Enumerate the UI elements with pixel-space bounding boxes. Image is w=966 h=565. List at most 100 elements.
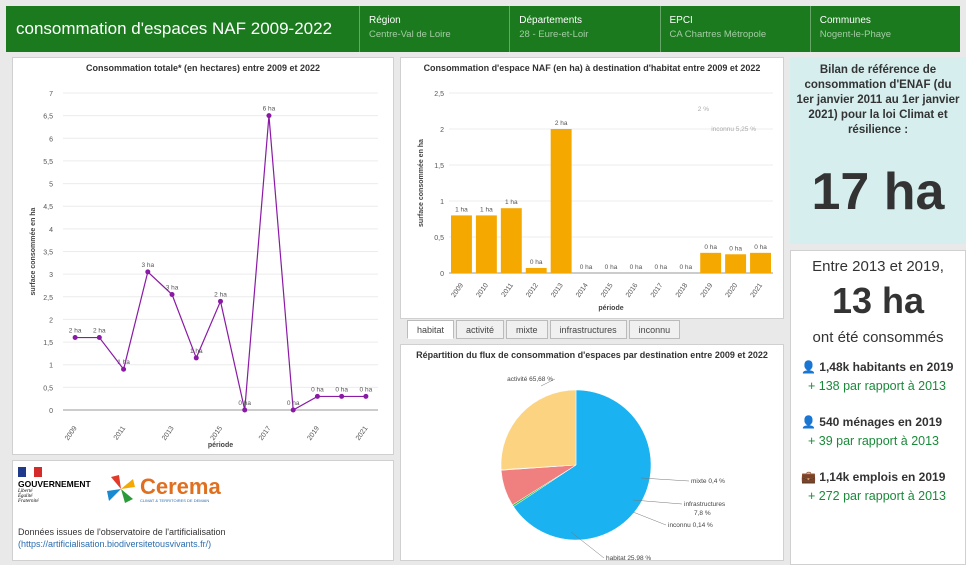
kpi-period-suffix: ont été consommés bbox=[812, 329, 944, 346]
data-label: 0 ha bbox=[238, 400, 251, 407]
bar bbox=[725, 254, 747, 273]
data-point bbox=[169, 292, 175, 298]
x-tick-label: 2009 bbox=[450, 282, 465, 299]
y-axis-title: surface consommée en ha bbox=[30, 207, 37, 295]
x-tick-label: 2021 bbox=[355, 425, 370, 442]
data-label: 0 ha bbox=[335, 386, 348, 393]
data-point bbox=[145, 269, 151, 275]
data-point bbox=[290, 407, 296, 413]
data-label: 0 ha bbox=[287, 400, 300, 407]
data-label: 1 ha bbox=[505, 199, 518, 206]
bar bbox=[525, 267, 547, 273]
x-tick-label: 2018 bbox=[675, 282, 690, 299]
gov-title: GOUVERNEMENT bbox=[18, 479, 91, 489]
tab-habitat[interactable]: habitat bbox=[407, 320, 455, 339]
delta-emplois: + 272 par rapport à 2013 bbox=[808, 489, 946, 503]
data-label: 3 ha bbox=[166, 285, 179, 292]
y-tick-label: 0,5 bbox=[43, 385, 53, 392]
tab-infrastructures[interactable]: infrastructures bbox=[549, 320, 627, 339]
bar-chart-title: Consommation d'espace NAF (en ha) à dest… bbox=[423, 63, 761, 73]
header-bar: consommation d'espaces NAF 2009-2022 Rég… bbox=[6, 6, 960, 52]
data-label: 3 ha bbox=[141, 262, 154, 269]
data-label: 0 ha bbox=[679, 264, 692, 271]
data-point bbox=[96, 335, 102, 341]
y-tick-label: 5 bbox=[49, 182, 53, 189]
data-label: 1 ha bbox=[117, 359, 130, 366]
pie-label: activité 65,68 % bbox=[507, 376, 553, 383]
y-tick-label: 0 bbox=[49, 408, 53, 415]
cerema-logo: Cerema CLIMAT & TERRITOIRES DE DEMAIN bbox=[105, 473, 221, 505]
stat-habitants: 👤 1,48k habitants en 2019 bbox=[801, 360, 954, 374]
y-tick-label: 2,5 bbox=[434, 91, 444, 98]
cerema-sub: CLIMAT & TERRITOIRES DE DEMAIN bbox=[140, 497, 210, 503]
filter-value: Centre-Val de Loire bbox=[369, 29, 451, 40]
filter-region[interactable]: Région Centre-Val de Loire bbox=[360, 6, 511, 52]
data-label: 1 ha bbox=[190, 348, 203, 355]
y-tick-label: 4 bbox=[49, 227, 53, 234]
data-label: 0 ha bbox=[311, 386, 324, 393]
x-tick-label: 2013 bbox=[161, 425, 176, 442]
y-tick-label: 1 bbox=[49, 363, 53, 370]
filter-label: Communes bbox=[819, 15, 871, 26]
filter-value: CA Chartres Métropole bbox=[669, 29, 767, 40]
kpi-title: Bilan de référence de consommation d'ENA… bbox=[796, 64, 960, 136]
y-tick-label: 1 bbox=[440, 199, 444, 206]
source-link[interactable]: (https://artificialisation.biodiversitet… bbox=[18, 539, 211, 549]
briefcase-icon: 💼 bbox=[801, 470, 816, 484]
pie-label: inconnu 0,14 % bbox=[668, 522, 713, 529]
kpi-reference-panel: Bilan de référence de consommation d'ENA… bbox=[790, 57, 966, 244]
data-point bbox=[339, 393, 345, 399]
delta-habitants: + 138 par rapport à 2013 bbox=[808, 379, 946, 393]
bar-chart-panel: Consommation d'espace NAF (en ha) à dest… bbox=[400, 57, 784, 319]
y-tick-label: 6 bbox=[49, 136, 53, 143]
filter-value: Nogent-le-Phaye bbox=[819, 29, 892, 40]
x-axis-title: période bbox=[208, 442, 233, 449]
data-label: 6 ha bbox=[263, 106, 276, 113]
x-tick-label: 2009 bbox=[64, 425, 79, 442]
data-label: 0 ha bbox=[360, 386, 373, 393]
data-label: 2 ha bbox=[69, 328, 82, 335]
data-label: 1 ha bbox=[480, 206, 493, 213]
data-label: 1 ha bbox=[455, 206, 468, 213]
pie-label: infrastructures 7,8 % bbox=[684, 501, 726, 517]
y-tick-label: 2 bbox=[440, 127, 444, 134]
x-tick-label: 2021 bbox=[750, 282, 765, 299]
y-tick-label: 1,5 bbox=[434, 163, 444, 170]
bar bbox=[750, 252, 771, 273]
filter-departements[interactable]: Départements 28 - Eure-et-Loir bbox=[510, 6, 661, 52]
x-tick-label: 2011 bbox=[501, 282, 515, 298]
data-point bbox=[193, 355, 199, 361]
tab-inconnu[interactable]: inconnu bbox=[628, 320, 681, 339]
filter-epci[interactable]: EPCI CA Chartres Métropole bbox=[661, 6, 811, 52]
y-tick-label: 6,5 bbox=[43, 114, 53, 121]
y-tick-label: 0 bbox=[440, 271, 444, 278]
annotation: 2 % bbox=[698, 106, 709, 113]
data-label: 2 ha bbox=[214, 291, 227, 298]
french-flag bbox=[18, 467, 42, 477]
y-tick-label: 5,5 bbox=[43, 159, 53, 166]
y-tick-label: 0,5 bbox=[434, 235, 444, 242]
x-tick-label: 2013 bbox=[550, 282, 565, 299]
page-title: consommation d'espaces NAF 2009-2022 bbox=[6, 6, 360, 52]
tab-activite[interactable]: activité bbox=[456, 320, 505, 339]
bar-chart: 0 0,5 1 1,5 2 2,5 1 ha 2009 1 ha 2010 1 ha 2011 0 ha… bbox=[418, 91, 773, 312]
x-tick-label: 2019 bbox=[306, 425, 321, 442]
filter-communes[interactable]: Communes Nogent-le-Phaye bbox=[811, 6, 960, 52]
destination-tabs: habitat activité mixte infrastructures i… bbox=[407, 320, 681, 339]
kpi-period: Entre 2013 et 2019, bbox=[812, 258, 944, 275]
bar bbox=[550, 129, 572, 273]
delta-menages: + 39 par rapport à 2013 bbox=[808, 434, 939, 448]
data-point bbox=[121, 366, 127, 372]
x-tick-label: 2014 bbox=[575, 282, 590, 299]
tab-mixte[interactable]: mixte bbox=[506, 320, 548, 339]
x-axis-title: période bbox=[598, 305, 623, 312]
data-point bbox=[242, 407, 248, 413]
y-tick-label: 7 bbox=[49, 91, 53, 98]
data-label: 0 ha bbox=[754, 244, 767, 251]
bar bbox=[475, 215, 497, 273]
y-tick-label: 3,5 bbox=[43, 250, 53, 257]
data-label: 2 ha bbox=[555, 120, 568, 127]
bar bbox=[451, 215, 472, 273]
y-tick-label: 3 bbox=[49, 272, 53, 279]
line-chart-title: Consommation totale* (en hectares) entre… bbox=[85, 63, 321, 73]
